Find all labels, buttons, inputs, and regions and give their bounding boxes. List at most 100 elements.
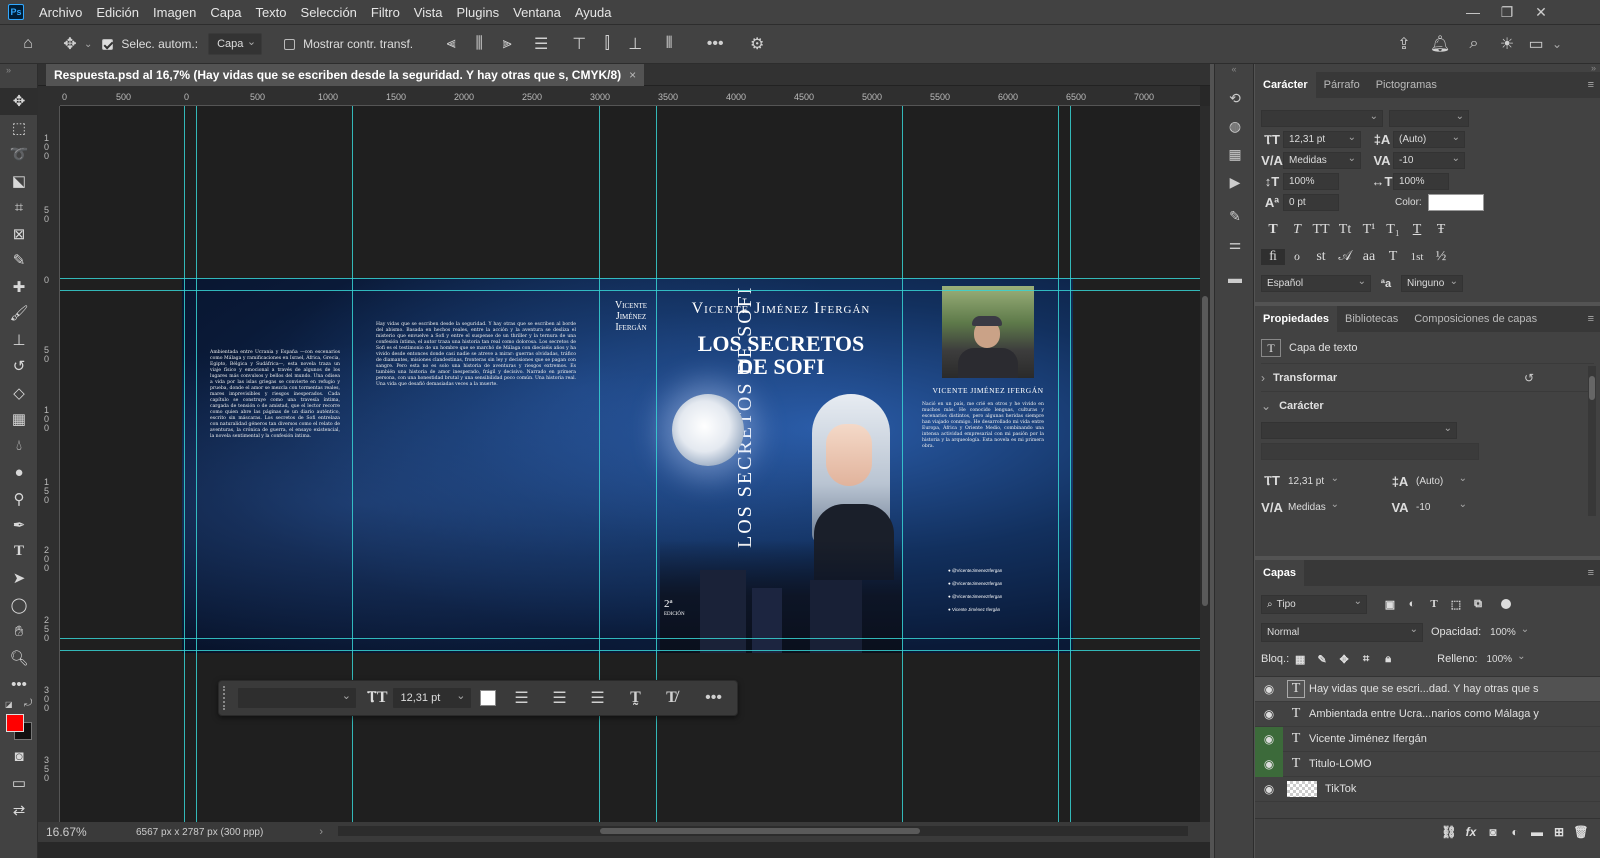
ellipse-tool-icon[interactable]: ◯	[0, 592, 38, 619]
lasso-tool-icon[interactable]: ➰	[0, 141, 38, 168]
foreground-color-swatch[interactable]	[6, 713, 24, 732]
color-wheel-icon[interactable]: ◍	[1215, 112, 1255, 140]
character-section-label[interactable]: Carácter	[1279, 400, 1324, 412]
kerning-field[interactable]: Medidas	[1283, 152, 1361, 169]
link-layers-icon[interactable]: ⛓︎	[1438, 825, 1460, 839]
prop-font-family-dropdown[interactable]	[1261, 422, 1457, 439]
ordinals-button[interactable]: 1st	[1405, 251, 1429, 263]
align-left-icon[interactable]: ⫷	[437, 30, 465, 58]
menu-seleccion[interactable]: Selección	[294, 5, 364, 20]
layer-row[interactable]: ◉ TikTok	[1255, 777, 1600, 802]
briefcase-icon[interactable]: ▬	[1215, 264, 1255, 292]
tab-parrafo[interactable]: Párrafo	[1316, 72, 1368, 98]
guide-line[interactable]	[196, 106, 197, 836]
visibility-eye-icon[interactable]: ◉	[1255, 751, 1283, 777]
font-style-dropdown[interactable]	[1389, 110, 1469, 127]
history-brush-tool-icon[interactable]: ↺	[0, 353, 38, 380]
reset-transform-icon[interactable]: ↺	[1524, 371, 1534, 385]
layer-name[interactable]: Vicente Jiménez Ifergán	[1309, 733, 1427, 745]
move-tool-preset-icon[interactable]: ✥	[56, 30, 84, 58]
tab-caracter[interactable]: Carácter	[1255, 72, 1316, 98]
filter-toggle[interactable]	[1501, 599, 1511, 609]
visibility-eye-icon[interactable]: ◉	[1255, 777, 1283, 802]
more-tools-icon[interactable]: •••	[0, 671, 38, 698]
swap-colors-icon[interactable]: ⤾	[24, 698, 32, 709]
layer-row[interactable]: ◉ T Ambientada entre Ucra...narios como …	[1255, 702, 1600, 727]
ligatures-button[interactable]: ﬁ	[1261, 248, 1285, 265]
guide-line[interactable]	[60, 638, 1200, 639]
blend-mode-dropdown[interactable]: Normal	[1261, 622, 1423, 642]
faux-bold-button[interactable]: T	[1261, 222, 1285, 238]
leading-field[interactable]: (Auto)	[1393, 131, 1465, 148]
fractions-button[interactable]: ½	[1429, 249, 1453, 265]
distribute-h-icon[interactable]: ☰	[527, 30, 555, 58]
text-color-swatch[interactable]	[479, 690, 496, 706]
menu-texto[interactable]: Texto	[248, 5, 293, 20]
close-tab-icon[interactable]: ×	[629, 68, 636, 82]
collapse-toolbar-icon[interactable]: »	[0, 64, 37, 88]
old-style-button[interactable]: ℴ	[1285, 248, 1309, 265]
align-top-icon[interactable]: ⊤	[565, 30, 593, 58]
show-transform-checkbox[interactable]	[284, 38, 296, 50]
font-size-field[interactable]: 12,31 pt	[1283, 131, 1361, 148]
adjustments-icon[interactable]: ⚌	[1215, 230, 1255, 258]
lock-all-icon[interactable]: 🔒︎	[1377, 653, 1399, 666]
menu-ventana[interactable]: Ventana	[506, 5, 568, 20]
tab-bibliotecas[interactable]: Bibliotecas	[1337, 306, 1406, 332]
align-text-center-icon[interactable]: ☰	[546, 684, 574, 712]
menu-edicion[interactable]: Edición	[89, 5, 146, 20]
burn-tool-icon[interactable]: ⚲	[0, 486, 38, 513]
more-options-icon[interactable]: •••	[700, 684, 728, 712]
guide-line[interactable]	[1070, 106, 1071, 836]
lightbulb-icon[interactable]: ☀	[1493, 30, 1521, 58]
brush-settings-icon[interactable]: ✎	[1215, 202, 1255, 230]
all-caps-button[interactable]: TT	[1309, 222, 1333, 238]
crop-tool-icon[interactable]: ⌗	[0, 194, 38, 221]
move-tool-icon[interactable]: ✥	[0, 88, 38, 115]
prop-leading-field[interactable]: (Auto)	[1411, 473, 1471, 490]
layer-name[interactable]: Hay vidas que se escri...dad. Y hay otra…	[1309, 683, 1539, 695]
restore-button[interactable]: ❐	[1490, 0, 1524, 24]
share-tool-icon[interactable]: ⇄	[0, 797, 38, 824]
guide-line[interactable]	[60, 278, 1200, 279]
layer-mask-icon[interactable]: ◙	[1482, 825, 1504, 839]
horizontal-ruler[interactable]: 0 500 0 500 1000 1500 2000 2500 3000 350…	[60, 86, 1200, 106]
menu-filtro[interactable]: Filtro	[364, 5, 407, 20]
fill-field[interactable]: 100%	[1482, 651, 1530, 668]
home-icon[interactable]: ⌂	[14, 30, 42, 58]
guide-line[interactable]	[184, 106, 185, 836]
guide-line[interactable]	[1058, 106, 1059, 836]
distribute-v-icon[interactable]: ⦀	[655, 30, 683, 58]
layer-name[interactable]: Titulo-LOMO	[1309, 758, 1372, 770]
font-family-dropdown[interactable]	[1261, 110, 1383, 127]
guide-line[interactable]	[60, 290, 1200, 291]
stamp-tool-icon[interactable]: ⊥	[0, 327, 38, 354]
filter-smart-object-icon[interactable]: ⧉	[1467, 598, 1489, 611]
guide-line[interactable]	[599, 106, 600, 836]
collapse-panel-icon[interactable]: »	[1255, 64, 1600, 73]
menu-capa[interactable]: Capa	[203, 5, 248, 20]
transform-section-label[interactable]: Transformar	[1273, 372, 1337, 384]
menu-ayuda[interactable]: Ayuda	[568, 5, 619, 20]
subscript-button[interactable]: T₁	[1381, 222, 1405, 238]
auto-select-checkbox[interactable]	[102, 38, 114, 50]
guide-line[interactable]	[352, 106, 353, 836]
path-select-tool-icon[interactable]: ➤	[0, 565, 38, 592]
clear-text-icon[interactable]: T̸	[658, 684, 686, 712]
faux-italic-button[interactable]: T	[1285, 222, 1309, 238]
guide-line[interactable]	[902, 106, 903, 836]
close-window-button[interactable]: ✕	[1524, 0, 1558, 24]
eyedropper-tool-icon[interactable]: ✎	[0, 247, 38, 274]
titling-button[interactable]: T	[1381, 249, 1405, 265]
tab-propiedades[interactable]: Propiedades	[1255, 306, 1338, 332]
swash-button[interactable]: 𝒜	[1333, 249, 1357, 265]
layer-row[interactable]: ◉ T Titulo-LOMO	[1255, 751, 1600, 777]
visibility-eye-icon[interactable]: ◉	[1255, 726, 1283, 752]
marquee-tool-icon[interactable]: ⬚	[0, 115, 38, 142]
collapse-panels-icon[interactable]: «	[1215, 64, 1253, 84]
menu-vista[interactable]: Vista	[407, 5, 450, 20]
baseline-shift-field[interactable]: 0 pt	[1283, 194, 1339, 211]
text-color-swatch[interactable]	[1427, 194, 1484, 211]
tab-pictogramas[interactable]: Pictogramas	[1368, 72, 1445, 98]
align-right-icon[interactable]: ⫸	[493, 30, 521, 58]
